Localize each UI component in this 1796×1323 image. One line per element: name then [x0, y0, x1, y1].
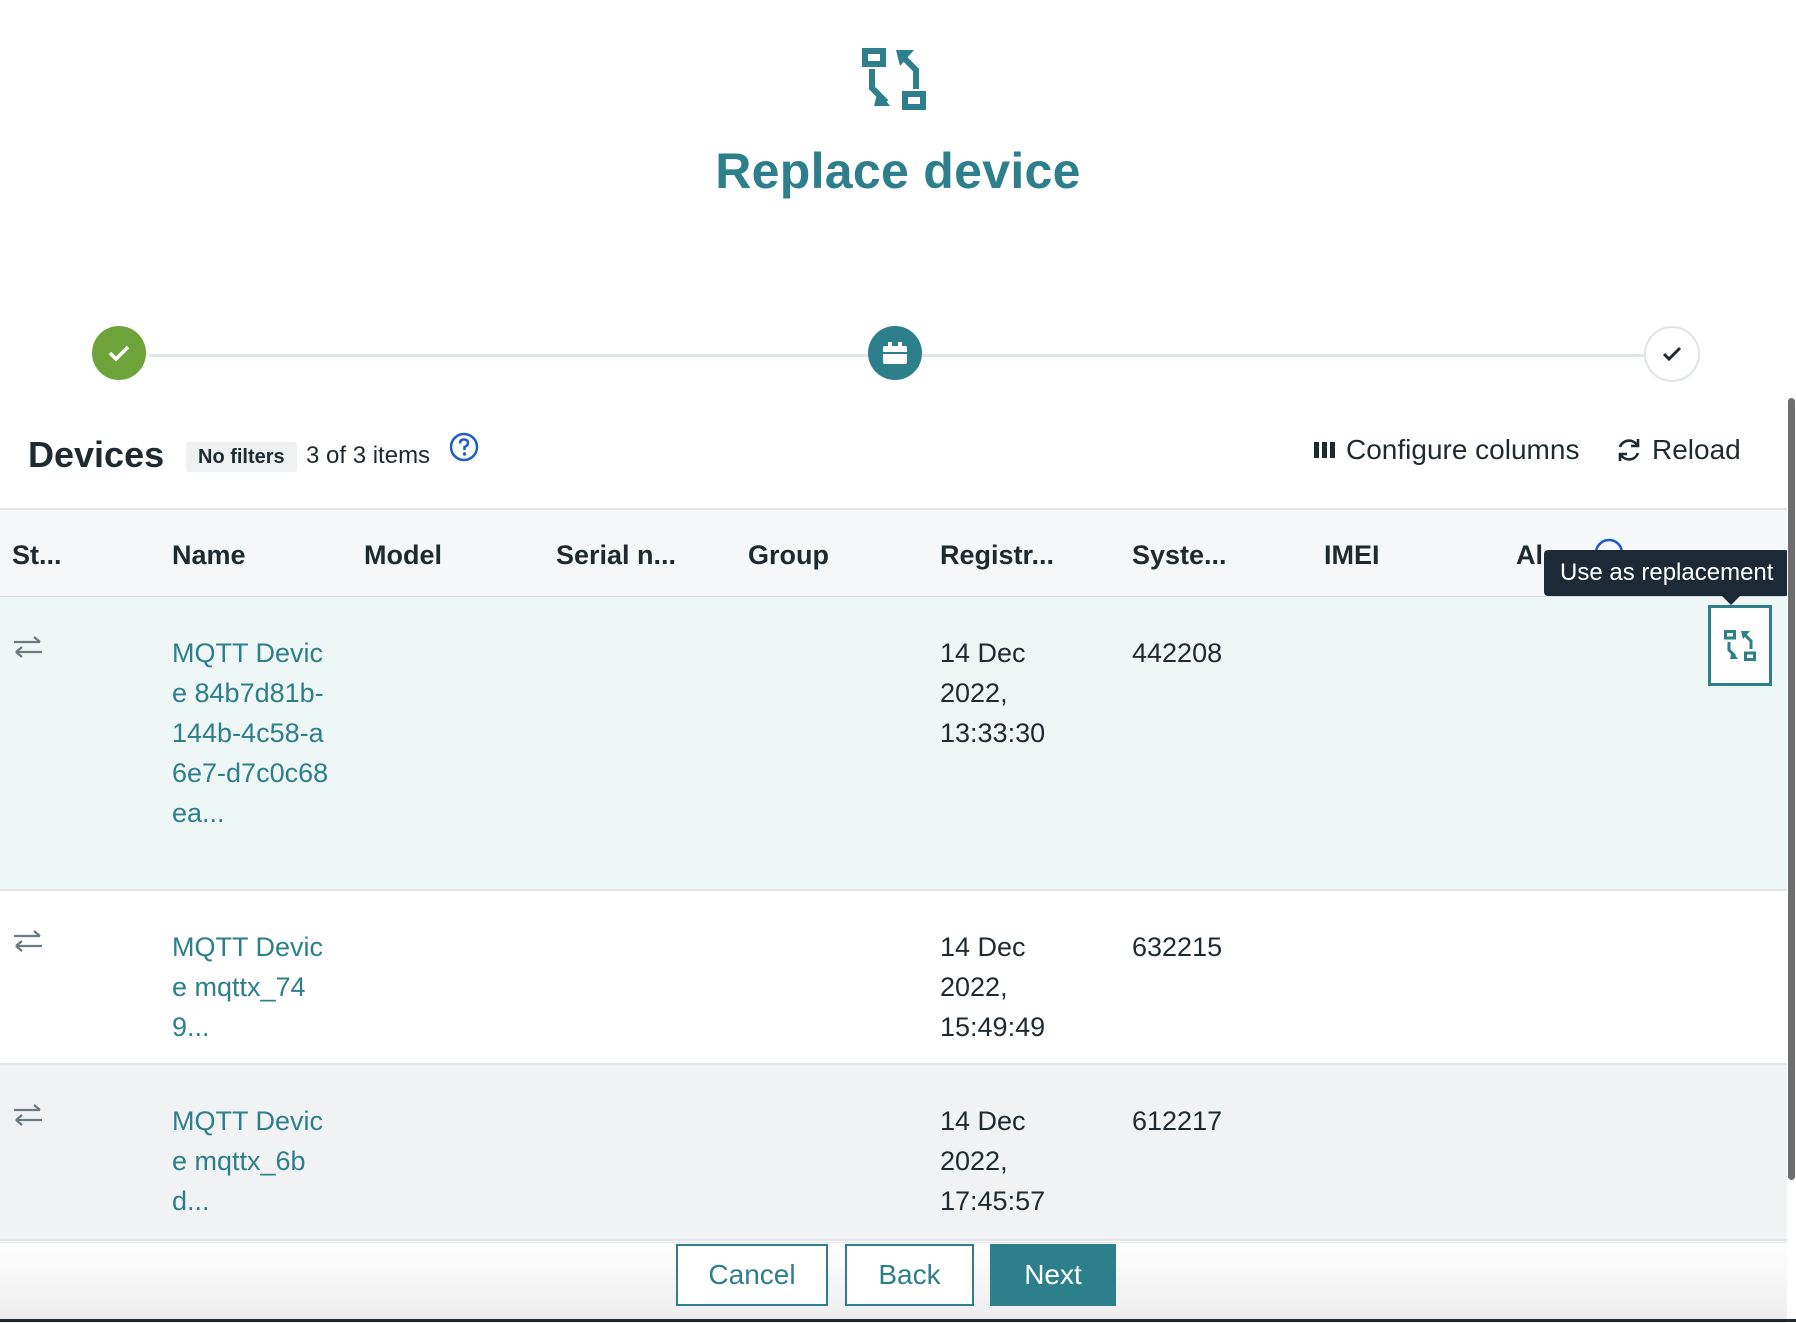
step-pending: [1644, 326, 1700, 382]
help-icon[interactable]: [449, 432, 479, 462]
replace-device-icon: [862, 48, 926, 110]
device-name-link[interactable]: MQTT Device 84b7d81b-144b-4c58-a6e7-d7c0…: [172, 633, 337, 833]
use-as-replacement-button[interactable]: [1708, 605, 1772, 686]
replace-device-icon: [1724, 629, 1756, 661]
reload-label: Reload: [1652, 434, 1741, 465]
devices-panel: Devices No filters 3 of 3 items Configur…: [0, 398, 1787, 1242]
scrollbar-thumb[interactable]: [1788, 398, 1795, 1180]
connection-arrows-icon: [14, 1104, 42, 1126]
table-row[interactable]: MQTT Device mqttx_6bd... 14 Dec 2022, 17…: [0, 1065, 1787, 1241]
device-name-link[interactable]: MQTT Device mqttx_749...: [172, 927, 337, 1047]
devices-title: Devices: [28, 434, 165, 475]
column-header-imei[interactable]: IMEI: [1324, 540, 1380, 571]
columns-icon: [1314, 442, 1335, 458]
back-button[interactable]: Back: [845, 1244, 974, 1306]
column-header-group[interactable]: Group: [748, 540, 829, 571]
column-header-system-id[interactable]: Syste...: [1132, 540, 1227, 571]
column-header-status[interactable]: St...: [12, 540, 62, 571]
step-active: [868, 326, 922, 380]
registration-date: 14 Dec 2022, 13:33:30: [940, 638, 1046, 748]
page-title: Replace device: [715, 143, 1081, 199]
next-button[interactable]: Next: [990, 1244, 1116, 1306]
device-icon: [883, 342, 907, 364]
filter-badge: No filters: [186, 442, 297, 472]
check-icon: [1662, 346, 1682, 362]
use-as-replacement-tooltip: Use as replacement: [1544, 550, 1790, 605]
registration-date: 14 Dec 2022, 17:45:57: [940, 1106, 1046, 1216]
configure-columns-button[interactable]: Configure columns: [1314, 434, 1579, 466]
column-header-name[interactable]: Name: [172, 540, 246, 571]
item-count: 3 of 3 items: [306, 442, 431, 469]
table-row[interactable]: MQTT Device mqttx_749... 14 Dec 2022, 15…: [0, 891, 1787, 1065]
connection-arrows-icon: [14, 636, 42, 658]
devices-toolbar: Devices No filters 3 of 3 items Configur…: [0, 398, 1787, 508]
column-header-alarms[interactable]: Al: [1516, 540, 1543, 571]
system-id: 612217: [1132, 1106, 1223, 1136]
column-header-serial[interactable]: Serial n...: [556, 540, 676, 571]
table-header: St... Name Model Serial n... Group Regis…: [0, 508, 1787, 599]
system-id: 632215: [1132, 932, 1223, 962]
system-id: 442208: [1132, 638, 1223, 668]
column-header-model[interactable]: Model: [364, 540, 442, 571]
registration-date: 14 Dec 2022, 15:49:49: [940, 932, 1046, 1042]
connection-arrows-icon: [14, 930, 42, 952]
configure-columns-label: Configure columns: [1346, 434, 1580, 465]
wizard-header: Replace device: [0, 0, 1796, 395]
table-row[interactable]: MQTT Device 84b7d81b-144b-4c58-a6e7-d7c0…: [0, 597, 1787, 891]
device-name-link[interactable]: MQTT Device mqttx_6bd...: [172, 1101, 337, 1221]
reload-button[interactable]: Reload: [1616, 434, 1741, 466]
check-icon: [108, 345, 130, 362]
refresh-icon: [1618, 439, 1640, 461]
step-completed: [92, 326, 146, 380]
cancel-button[interactable]: Cancel: [676, 1244, 828, 1306]
column-header-registration[interactable]: Registr...: [940, 540, 1054, 571]
